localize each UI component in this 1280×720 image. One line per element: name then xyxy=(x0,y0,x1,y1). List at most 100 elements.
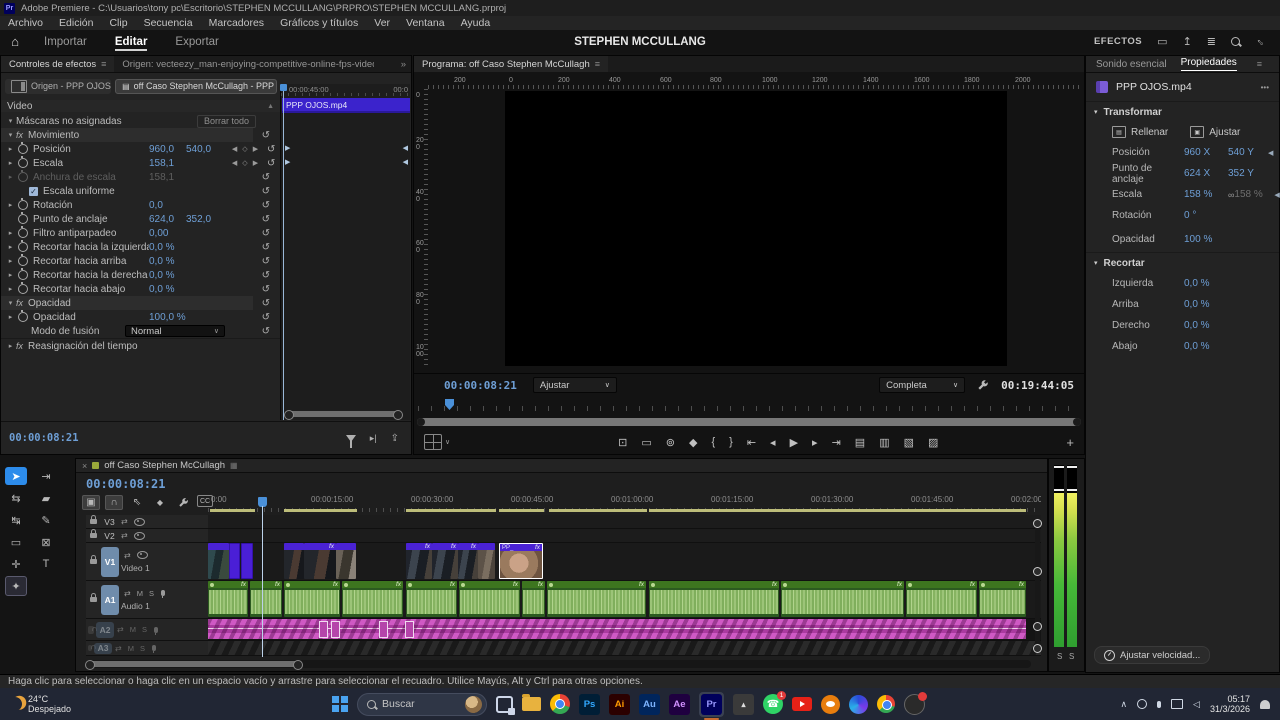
tab-effect-controls[interactable]: Controles de efectos ≡ xyxy=(1,56,115,72)
menu-item[interactable]: Ayuda xyxy=(453,16,499,30)
subtab-sequence-clip[interactable]: ▤ off Caso Stephen McCullagh - PPP O... xyxy=(115,78,277,94)
lane-a1[interactable]: fx fx fx fx fx fx fx fx fx fx fx fx xyxy=(208,581,1041,619)
reset-icon[interactable]: ↺ xyxy=(262,326,270,337)
prop-value[interactable]: 352 Y xyxy=(1228,168,1268,179)
lane-v1[interactable]: fx fx fx fx PP_ fx xyxy=(208,543,1041,581)
add-keyframe-icon[interactable]: ◇ xyxy=(242,159,247,167)
lock-icon-active[interactable] xyxy=(88,625,94,634)
stopwatch-icon[interactable] xyxy=(18,156,28,168)
chevron-right-icon[interactable]: ▸ xyxy=(5,159,16,167)
stopwatch-icon[interactable] xyxy=(18,240,28,252)
panel-menu-icon[interactable]: ≡ xyxy=(101,59,106,69)
audio-clip[interactable]: fx xyxy=(547,581,646,617)
menu-item[interactable]: Ver xyxy=(366,16,398,30)
tab-importar[interactable]: Importar xyxy=(44,30,87,53)
keyframe-handle[interactable] xyxy=(405,621,414,638)
microphone-icon[interactable] xyxy=(1157,700,1162,708)
effect-controls-timeline[interactable]: 00:00:45:00 00:0 PPP OJOS.mp4 ▶ ◀ ▶ ◀ xyxy=(280,84,410,420)
prop-value[interactable]: 540 Y xyxy=(1228,147,1268,158)
video-section-header[interactable]: Video ▲ xyxy=(1,100,280,112)
track-target-a1[interactable]: A1 xyxy=(101,584,119,615)
timeline-vertical-scrollbar[interactable] xyxy=(1032,519,1042,653)
solo-button[interactable]: S xyxy=(149,589,154,598)
notifications-bell-icon[interactable] xyxy=(1260,699,1270,709)
playback-resolution-dropdown[interactable]: Completa ∨ xyxy=(879,377,966,393)
stopwatch-icon[interactable] xyxy=(18,212,28,224)
param-value-x[interactable]: 960,0 xyxy=(149,144,186,155)
timeline-timecode[interactable]: 00:00:08:21 xyxy=(86,477,165,491)
whatsapp-button[interactable]: ☎ 1 xyxy=(763,691,786,714)
transform-section-header[interactable]: ▾ Transformar xyxy=(1086,102,1279,122)
playhead[interactable] xyxy=(280,84,287,420)
audio-clip[interactable]: fx xyxy=(250,581,282,617)
chevron-down-icon[interactable]: ▾ xyxy=(5,117,16,125)
keyframe-arrow-icon[interactable]: ◀ xyxy=(1274,191,1279,199)
video-clip[interactable]: fx xyxy=(432,543,458,579)
param-value[interactable]: 0,0 % xyxy=(149,256,186,267)
prop-value[interactable]: 100 % xyxy=(1184,234,1228,245)
mini-timeline-ruler[interactable]: 00:00:45:00 00:0 xyxy=(281,84,410,96)
param-value-x[interactable]: 624,0 xyxy=(149,214,186,225)
audio-clip[interactable]: fx xyxy=(284,581,340,617)
track-label[interactable]: Video 1 xyxy=(121,563,151,573)
export-icon[interactable]: ⇪ xyxy=(391,433,399,444)
chevron-down-icon[interactable]: ▾ xyxy=(5,131,16,139)
subtab-source-clip[interactable]: Origen - PPP OJOS... xyxy=(5,78,112,94)
transport-icon[interactable]: ▥ xyxy=(879,436,889,449)
reset-icon[interactable]: ↺ xyxy=(262,312,270,323)
premiere-button-active[interactable]: Pr xyxy=(699,691,724,720)
track-name[interactable]: V3 xyxy=(101,517,118,527)
filter-properties-icon[interactable] xyxy=(345,434,356,448)
stopwatch-icon[interactable] xyxy=(18,282,28,294)
tab-overflow-icon[interactable]: » xyxy=(401,59,411,70)
prop-value[interactable]: 960 X xyxy=(1184,147,1228,158)
settings-wrench-icon[interactable] xyxy=(977,379,989,391)
sync-lock-icon[interactable]: ⇄ xyxy=(121,517,128,526)
transport-icon[interactable]: ▤ xyxy=(855,436,865,449)
reset-icon[interactable]: ↺ xyxy=(262,242,270,253)
param-value-y[interactable]: 540,0 xyxy=(186,144,223,155)
timeline-tab[interactable]: × off Caso Stephen McCullagh ▦ xyxy=(76,459,1047,473)
blender-button[interactable] xyxy=(821,694,840,714)
stopwatch-icon[interactable] xyxy=(18,254,28,266)
track-target-a3[interactable]: A3 xyxy=(94,642,112,654)
app-button[interactable] xyxy=(849,694,868,714)
track-output-eye-icon[interactable] xyxy=(133,517,145,526)
search-icon[interactable] xyxy=(1231,37,1240,46)
add-keyframe-icon[interactable]: ◇ xyxy=(242,145,247,153)
zoom-level-dropdown[interactable]: Ajustar ∨ xyxy=(532,377,617,393)
reset-icon[interactable]: ↺ xyxy=(262,228,270,239)
stopwatch-icon[interactable] xyxy=(18,310,28,322)
prop-value[interactable]: 624 X xyxy=(1184,168,1228,179)
scroll-handle[interactable] xyxy=(85,660,303,670)
lock-icon[interactable] xyxy=(90,555,97,564)
menu-item[interactable]: Secuencia xyxy=(136,16,201,30)
panel-menu-icon[interactable]: ≡ xyxy=(1257,59,1262,69)
menu-item[interactable]: Archivo xyxy=(0,16,51,30)
menu-item[interactable]: Marcadores xyxy=(201,16,272,30)
voiceover-mic-icon[interactable] xyxy=(153,626,158,635)
after-effects-button[interactable]: Ae xyxy=(669,693,690,715)
menu-item[interactable]: Gráficos y títulos xyxy=(272,16,366,30)
workspace-layout-icon[interactable]: ▭ xyxy=(1157,35,1167,48)
track-output-eye-icon[interactable] xyxy=(133,531,145,540)
keyframe-handle[interactable] xyxy=(379,621,388,638)
param-value[interactable]: 0,0 % xyxy=(149,270,186,281)
track-select-forward-tool[interactable]: ⇥ xyxy=(34,465,58,487)
reset-icon[interactable]: ↺ xyxy=(262,284,270,295)
tab-editar[interactable]: Editar xyxy=(114,30,147,53)
clip-bar[interactable]: PPP OJOS.mp4 xyxy=(282,98,410,113)
solo-button[interactable]: S xyxy=(142,625,147,634)
transport-icon[interactable]: ▧ xyxy=(904,436,914,449)
scroll-handle[interactable] xyxy=(1032,567,1042,576)
transport-icon[interactable]: ▸ xyxy=(812,436,818,449)
search-box[interactable]: Buscar xyxy=(357,692,487,716)
razor-tool[interactable]: ▰ xyxy=(34,487,58,509)
param-value[interactable]: 0,0 xyxy=(149,200,186,211)
chevron-right-icon[interactable]: ▸ xyxy=(5,342,16,350)
next-keyframe-icon[interactable]: ▶ xyxy=(253,145,258,153)
transport-icon[interactable]: ⊚ xyxy=(666,436,675,449)
fill-button[interactable]: ▤ Rellenar xyxy=(1112,126,1168,138)
stack-icon[interactable]: ≣ xyxy=(1207,35,1216,48)
solo-label[interactable]: S xyxy=(1057,652,1062,661)
